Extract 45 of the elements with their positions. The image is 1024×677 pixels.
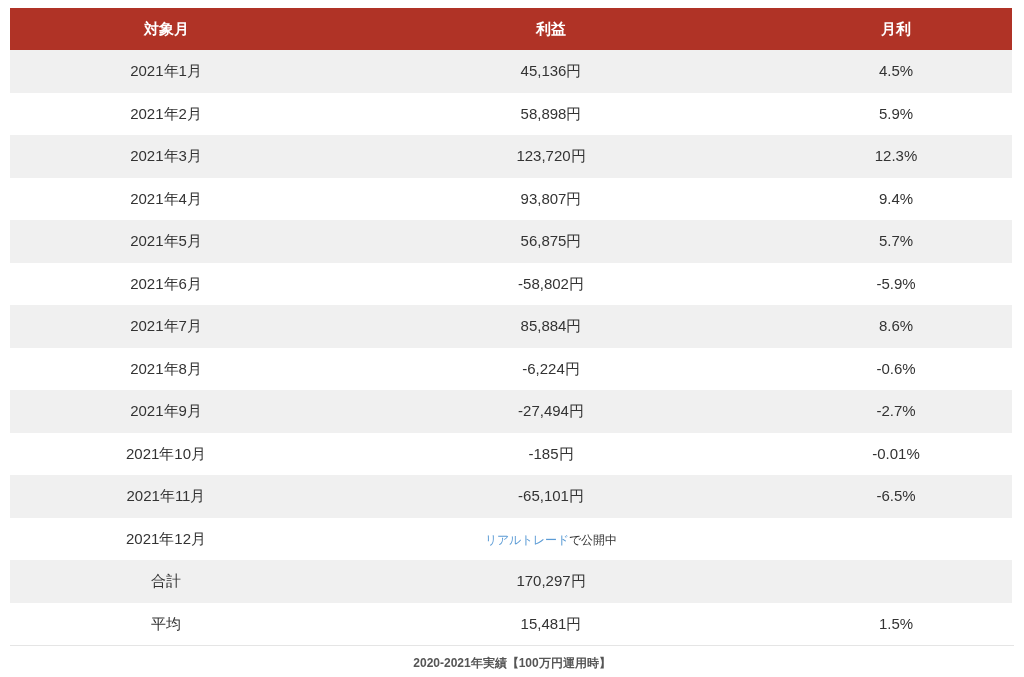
table-cell: 56,875円 xyxy=(322,220,780,263)
table-cell: 2021年5月 xyxy=(10,220,322,263)
table-cell: -6.5% xyxy=(780,475,1012,518)
table-cell: 2021年9月 xyxy=(10,390,322,433)
table-cell: 4.5% xyxy=(780,50,1012,93)
table-cell: 9.4% xyxy=(780,177,1012,220)
table-cell: 5.7% xyxy=(780,220,1012,263)
table-cell: 2021年8月 xyxy=(10,347,322,390)
column-header: 対象月 xyxy=(10,8,322,50)
table-cell: 12.3% xyxy=(780,135,1012,178)
table-cell: -2.7% xyxy=(780,390,1012,433)
table-cell: 93,807円 xyxy=(322,177,780,220)
table-cell: -0.6% xyxy=(780,347,1012,390)
table-cell: -5.9% xyxy=(780,262,1012,305)
table-cell: -65,101円 xyxy=(322,475,780,518)
table-cell: 123,720円 xyxy=(322,135,780,178)
table-cell: 58,898円 xyxy=(322,92,780,135)
table-cell: -27,494円 xyxy=(322,390,780,433)
table-cell: 平均 xyxy=(10,602,322,645)
column-header: 利益 xyxy=(322,8,780,50)
table-cell: 2021年7月 xyxy=(10,305,322,348)
table-cell: -58,802円 xyxy=(322,262,780,305)
table-cell: 2021年4月 xyxy=(10,177,322,220)
note-text: リアルトレードで公開中 xyxy=(485,532,617,547)
table-cell: 45,136円 xyxy=(322,50,780,93)
table-cell: 8.6% xyxy=(780,305,1012,348)
table-cell: -6,224円 xyxy=(322,347,780,390)
table-cell: -185円 xyxy=(322,432,780,475)
column-header: 月利 xyxy=(780,8,1012,50)
table-caption: 2020-2021年実績【100万円運用時】 xyxy=(413,655,611,672)
link[interactable]: リアルトレード xyxy=(485,532,569,547)
table-cell: 2021年6月 xyxy=(10,262,322,305)
table-cell: 170,297円 xyxy=(322,560,780,603)
table-cell: -0.01% xyxy=(780,432,1012,475)
table-cell: 2021年2月 xyxy=(10,92,322,135)
table-cell: 2021年12月 xyxy=(10,517,322,560)
table-cell: 2021年11月 xyxy=(10,475,322,518)
table-cell: 1.5% xyxy=(780,602,1012,645)
table-cell: 85,884円 xyxy=(322,305,780,348)
table-cell: 15,481円 xyxy=(322,602,780,645)
table-cell: 2021年10月 xyxy=(10,432,322,475)
table-cell: 2021年1月 xyxy=(10,50,322,93)
table-cell: 合計 xyxy=(10,560,322,603)
table-cell: 2021年3月 xyxy=(10,135,322,178)
table-cell: 5.9% xyxy=(780,92,1012,135)
